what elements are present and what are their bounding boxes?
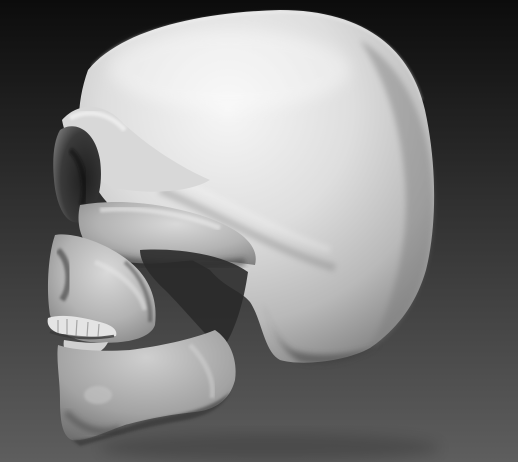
cranium-highlight [110, 30, 350, 110]
viewport-canvas[interactable] [0, 0, 518, 462]
skull-render [0, 0, 518, 462]
ground-shadow [100, 434, 440, 462]
mental-bump [84, 386, 112, 404]
